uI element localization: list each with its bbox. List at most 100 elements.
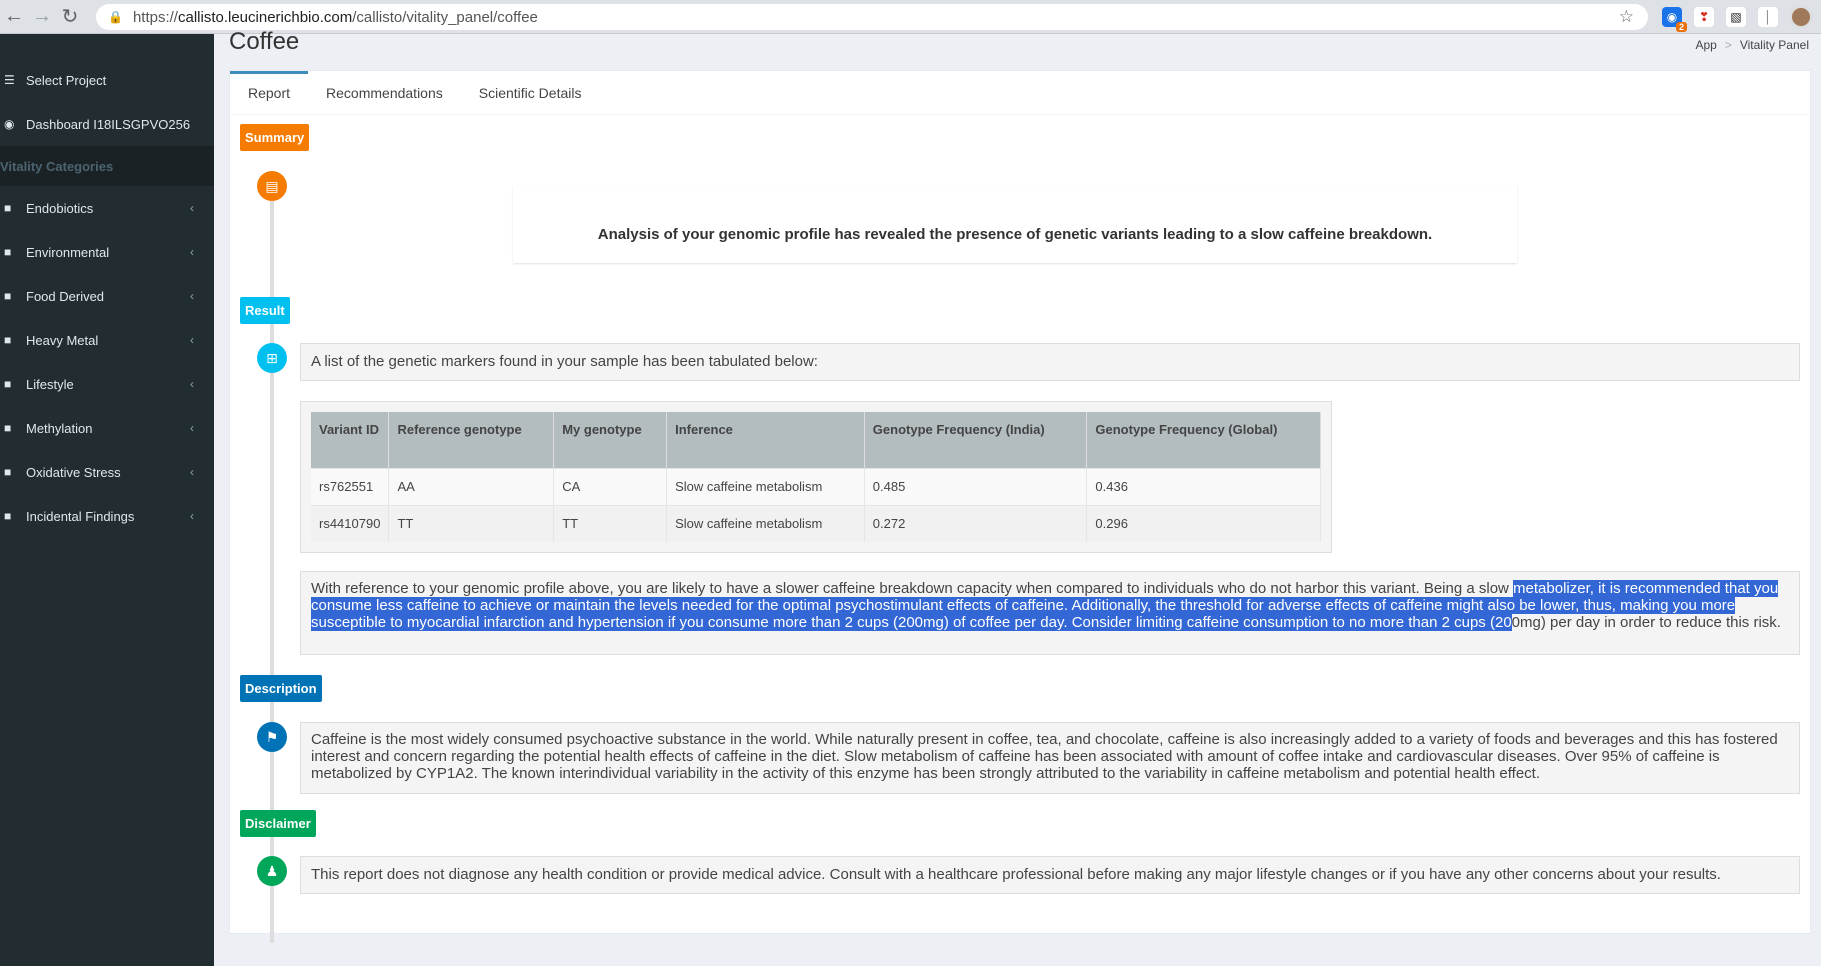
table-cell: AA: [388, 467, 555, 505]
summary-text: Analysis of your genomic profile has rev…: [597, 225, 1433, 243]
summary-label: Summary: [240, 124, 310, 151]
sidebar: ☰ Select Project ◉ Dashboard I18ILSGPVO2…: [0, 34, 214, 966]
dashboard-icon: ◉: [4, 117, 15, 131]
table-header: My genotype: [553, 412, 668, 468]
chevron-left-icon: ‹: [190, 509, 194, 523]
description-label: Description: [240, 675, 322, 702]
dark-extension-icon[interactable]: ▧: [1726, 7, 1746, 27]
genetic-markers-table: Variant ID Reference genotype My genotyp…: [311, 412, 1321, 542]
reload-icon[interactable]: ↻: [56, 3, 84, 31]
genetic-markers-table-container: Variant ID Reference genotype My genotyp…: [300, 401, 1332, 553]
folder-icon: ■: [4, 465, 12, 479]
chevron-left-icon: ‹: [190, 333, 194, 347]
sidebar-item-oxidative-stress[interactable]: ■ Oxidative Stress ‹: [0, 450, 214, 494]
table-cell: CA: [553, 467, 668, 505]
table-header: Inference: [666, 412, 865, 468]
table-row: rs4410790 TT TT Slow caffeine metabolism…: [311, 504, 1321, 542]
sidebar-item-label: Methylation: [26, 420, 93, 436]
sidebar-item-methylation[interactable]: ■ Methylation ‹: [0, 406, 214, 450]
result-intro-text: A list of the genetic markers found in y…: [311, 353, 818, 370]
sidebar-item-label: Dashboard I18ILSGPVO256: [26, 116, 191, 132]
table-header: Genotype Frequency (Global): [1086, 412, 1321, 468]
folder-icon: ■: [4, 245, 12, 259]
sidebar-item-food-derived[interactable]: ■ Food Derived ‹: [0, 274, 214, 318]
sidebar-item-label: Oxidative Stress: [26, 464, 121, 480]
pdf-extension-icon[interactable]: ❣: [1694, 7, 1714, 27]
page-title: Coffee: [229, 28, 300, 55]
table-cell: 0.485: [864, 467, 1088, 505]
table-header: Variant ID: [311, 412, 390, 468]
folder-icon: ■: [4, 509, 12, 523]
users-icon: ♟: [257, 856, 287, 886]
chevron-left-icon: ‹: [190, 245, 194, 259]
chevron-left-icon: ‹: [190, 377, 194, 391]
disclaimer-text: This report does not diagnose any health…: [311, 866, 1721, 883]
tab-extension-icon[interactable]: │: [1758, 7, 1778, 27]
folder-icon: ■: [4, 377, 12, 391]
forward-icon[interactable]: →: [28, 3, 56, 31]
result-label: Result: [240, 297, 290, 324]
table-header: Genotype Frequency (India): [864, 412, 1088, 468]
summary-card: Analysis of your genomic profile has rev…: [513, 185, 1517, 263]
profile-avatar[interactable]: [1790, 6, 1812, 28]
sidebar-item-incidental-findings[interactable]: ■ Incidental Findings ‹: [0, 494, 214, 538]
sidebar-section-header: Vitality Categories: [0, 146, 214, 186]
url-host: callisto.leucinerichbio.com: [177, 8, 353, 26]
table-cell: rs4410790: [311, 504, 390, 542]
sidebar-item-label: Environmental: [26, 244, 110, 260]
folder-icon: ■: [4, 289, 12, 303]
bookmark-icon: ⚑: [257, 722, 287, 752]
result-text-b: 0mg) per day in order to reduce this ris…: [1511, 614, 1781, 631]
sidebar-item-label: Food Derived: [26, 288, 105, 304]
tab-bar: Report Recommendations Scientific Detail…: [230, 71, 1810, 115]
sidebar-item-label: Heavy Metal: [26, 332, 99, 348]
main-navigation-header: [0, 34, 214, 58]
list-icon: ☰: [4, 73, 15, 87]
chevron-left-icon: ‹: [190, 465, 194, 479]
sidebar-item-lifestyle[interactable]: ■ Lifestyle ‹: [0, 362, 214, 406]
table-cell: 0.436: [1086, 467, 1321, 505]
sidebar-item-heavy-metal[interactable]: ■ Heavy Metal ‹: [0, 318, 214, 362]
result-interpretation: With reference to your genomic profile a…: [300, 571, 1800, 655]
sidebar-item-label: Incidental Findings: [26, 508, 135, 524]
table-cell: TT: [388, 504, 555, 542]
description-well: Caffeine is the most widely consumed psy…: [300, 722, 1800, 794]
sidebar-item-label: Lifestyle: [26, 376, 74, 392]
sidebar-item-endobiotics[interactable]: ■ Endobiotics ‹: [0, 186, 214, 230]
extension-badge: 2: [1675, 22, 1687, 32]
tab-scientific-details[interactable]: Scientific Details: [461, 71, 600, 114]
address-bar[interactable]: 🔒 https://callisto.leucinerichbio.com/ca…: [96, 4, 1648, 30]
tab-recommendations[interactable]: Recommendations: [308, 71, 461, 114]
lock-icon: 🔒: [108, 10, 123, 24]
sidebar-item-label: Endobiotics: [26, 200, 94, 216]
table-cell: Slow caffeine metabolism: [666, 467, 865, 505]
tab-report[interactable]: Report: [230, 71, 309, 114]
breadcrumb: App > Vitality Panel: [1695, 38, 1809, 52]
extension-icon[interactable]: ◉ 2: [1662, 7, 1687, 32]
table-row: rs762551 AA CA Slow caffeine metabolism …: [311, 467, 1321, 505]
folder-icon: ■: [4, 201, 12, 215]
folder-icon: ■: [4, 333, 12, 347]
disclaimer-well: This report does not diagnose any health…: [300, 856, 1800, 894]
summary-icon: ▤: [257, 171, 287, 201]
table-header-row: Variant ID Reference genotype My genotyp…: [311, 412, 1321, 468]
sidebar-item-select-project[interactable]: ☰ Select Project: [0, 58, 214, 102]
folder-icon: ■: [4, 421, 12, 435]
sidebar-item-label: Select Project: [26, 72, 107, 88]
breadcrumb-app[interactable]: App: [1695, 38, 1716, 52]
back-icon[interactable]: ←: [0, 3, 28, 31]
disclaimer-label: Disclaimer: [240, 810, 316, 837]
url-path: /callisto/vitality_panel/coffee: [352, 8, 538, 26]
sidebar-item-environmental[interactable]: ■ Environmental ‹: [0, 230, 214, 274]
bookmark-star-icon[interactable]: ☆: [1619, 7, 1634, 27]
table-cell: TT: [553, 504, 668, 542]
table-cell: 0.296: [1086, 504, 1321, 542]
plus-square-icon: ⊞: [257, 343, 287, 373]
chevron-left-icon: ‹: [190, 421, 194, 435]
description-text: Caffeine is the most widely consumed psy…: [311, 731, 1778, 782]
sidebar-item-dashboard[interactable]: ◉ Dashboard I18ILSGPVO256: [0, 102, 214, 146]
chevron-left-icon: ‹: [190, 201, 194, 215]
table-cell: 0.272: [864, 504, 1088, 542]
chevron-left-icon: ‹: [190, 289, 194, 303]
report-box: Report Recommendations Scientific Detail…: [229, 70, 1811, 943]
